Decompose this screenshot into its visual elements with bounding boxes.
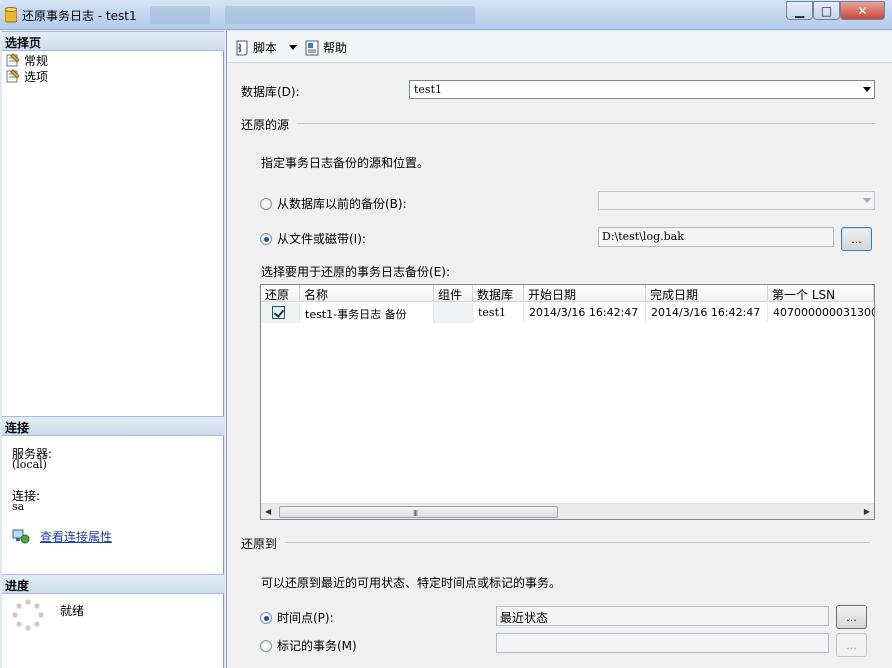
from-file-label[interactable]: 从文件或磁带(I): bbox=[277, 230, 366, 247]
name-cell: test1-事务日志 备份 bbox=[300, 303, 434, 323]
browse-button[interactable]: ... bbox=[841, 227, 872, 251]
column-header-name[interactable]: 名称 bbox=[300, 285, 434, 302]
previous-backup-select[interactable] bbox=[598, 191, 875, 210]
page-icon bbox=[6, 53, 20, 67]
close-button[interactable]: ✕ bbox=[840, 1, 885, 20]
chevron-down-icon bbox=[863, 198, 871, 203]
source-hint: 指定事务日志备份的源和位置。 bbox=[261, 156, 430, 170]
script-icon bbox=[236, 40, 248, 55]
point-in-time-field[interactable]: 最近状态 bbox=[496, 606, 829, 626]
marked-transaction-browse-button[interactable]: ... bbox=[836, 633, 867, 657]
start-date-cell: 2014/3/16 16:42:47 bbox=[524, 303, 646, 323]
script-label: 脚本 bbox=[253, 41, 278, 55]
component-cell bbox=[434, 303, 473, 323]
background-window-ghost bbox=[225, 6, 475, 24]
dialog-window: 还原事务日志 - test1 ▁ □ ✕ 选择页 常规 选项 连接 服务器: (… bbox=[0, 0, 892, 668]
database-value: test1 bbox=[414, 83, 442, 96]
column-header-component[interactable]: 组件 bbox=[434, 285, 473, 302]
connection-header: 连接 bbox=[2, 416, 224, 436]
progress-status: 就绪 bbox=[60, 604, 85, 618]
toolbar: 脚本 帮助 bbox=[227, 31, 892, 63]
restore-checkbox[interactable] bbox=[272, 306, 285, 319]
script-dropdown-chevron-icon[interactable] bbox=[289, 45, 297, 50]
point-in-time-radio[interactable] bbox=[260, 612, 272, 624]
from-previous-backup-radio[interactable] bbox=[260, 198, 272, 210]
help-label: 帮助 bbox=[323, 41, 348, 55]
column-header-start-date[interactable]: 开始日期 bbox=[524, 285, 646, 302]
marked-transaction-field[interactable] bbox=[496, 633, 829, 653]
nav-item-label: 常规 bbox=[24, 53, 49, 68]
backup-set-grid[interactable]: 还原 名称 组件 数据库 开始日期 完成日期 第一个 LSN test1-事务日… bbox=[260, 284, 875, 520]
left-panel: 选择页 常规 选项 连接 服务器: (local) 连接: sa 查看连接属性 … bbox=[2, 31, 224, 668]
point-in-time-label[interactable]: 时间点(P): bbox=[277, 609, 334, 626]
title-bar[interactable]: 还原事务日志 - test1 ▁ □ ✕ bbox=[0, 0, 892, 30]
progress-header: 进度 bbox=[2, 574, 224, 594]
divider bbox=[297, 123, 875, 124]
database-cell: test1 bbox=[473, 303, 524, 323]
maximize-button[interactable]: □ bbox=[813, 1, 840, 20]
horizontal-scrollbar[interactable]: ◀ III ▶ bbox=[261, 503, 874, 519]
nav-item-general[interactable]: 常规 bbox=[6, 52, 48, 68]
minimize-button[interactable]: ▁ bbox=[786, 1, 813, 20]
column-header-restore[interactable]: 还原 bbox=[261, 285, 300, 302]
from-previous-backup-label[interactable]: 从数据库以前的备份(B): bbox=[277, 195, 407, 212]
nav-item-label: 选项 bbox=[24, 69, 49, 84]
column-header-finish-date[interactable]: 完成日期 bbox=[646, 285, 768, 302]
background-window-ghost bbox=[150, 6, 210, 24]
connection-properties-icon bbox=[12, 529, 30, 544]
grid-header: 还原 名称 组件 数据库 开始日期 完成日期 第一个 LSN bbox=[261, 285, 874, 302]
marked-transaction-label[interactable]: 标记的事务(M) bbox=[277, 637, 357, 654]
progress-spinner-icon bbox=[12, 599, 44, 631]
nav-item-options[interactable]: 选项 bbox=[6, 68, 48, 84]
scroll-left-icon[interactable]: ◀ bbox=[265, 507, 271, 516]
column-header-database[interactable]: 数据库 bbox=[473, 285, 524, 302]
page-icon bbox=[6, 69, 20, 83]
scrollbar-thumb[interactable]: III bbox=[279, 506, 558, 518]
script-button[interactable]: 脚本 bbox=[234, 39, 277, 56]
window-title: 还原事务日志 - test1 bbox=[22, 9, 137, 23]
database-select[interactable]: test1 bbox=[409, 80, 875, 99]
database-label: 数据库(D): bbox=[241, 85, 300, 99]
file-path-field[interactable]: D:\test\log.bak bbox=[598, 227, 834, 247]
finish-date-cell: 2014/3/16 16:42:47 bbox=[646, 303, 768, 323]
restore-to-hint: 可以还原到最近的可用状态、特定时间点或标记的事务。 bbox=[261, 576, 562, 590]
scrollbar-grip: III bbox=[413, 509, 418, 518]
point-in-time-browse-button[interactable]: ... bbox=[836, 605, 867, 629]
divider bbox=[285, 542, 870, 543]
marked-transaction-radio[interactable] bbox=[260, 640, 272, 652]
first-lsn-cell: 40700000003130000 bbox=[773, 306, 874, 319]
help-button[interactable]: 帮助 bbox=[304, 39, 347, 56]
scroll-right-icon[interactable]: ▶ bbox=[864, 507, 870, 516]
help-icon bbox=[305, 40, 319, 55]
table-row[interactable]: test1-事务日志 备份 test1 2014/3/16 16:42:47 2… bbox=[261, 303, 874, 323]
connection-value: sa bbox=[12, 500, 25, 513]
database-icon bbox=[5, 7, 17, 23]
restore-to-header: 还原到 bbox=[241, 537, 278, 551]
restore-cell[interactable] bbox=[261, 303, 300, 323]
select-backups-label: 选择要用于还原的事务日志备份(E): bbox=[261, 265, 450, 279]
server-value: (local) bbox=[12, 458, 47, 471]
view-connection-properties-link[interactable]: 查看连接属性 bbox=[40, 528, 112, 545]
main-panel: 脚本 帮助 数据库(D): test1 还原的源 指定事务日志备份的源和位置。 … bbox=[226, 31, 892, 668]
from-file-radio[interactable] bbox=[260, 233, 272, 245]
chevron-down-icon bbox=[863, 87, 871, 92]
restore-source-header: 还原的源 bbox=[241, 118, 290, 132]
select-page-header: 选择页 bbox=[2, 31, 224, 51]
column-header-first-lsn[interactable]: 第一个 LSN bbox=[768, 285, 874, 302]
